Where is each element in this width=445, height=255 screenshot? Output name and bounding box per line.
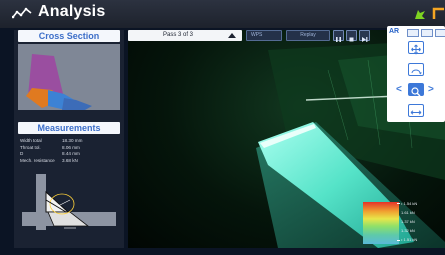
legend-label: 1.32 kN bbox=[401, 228, 415, 233]
caret-up-icon bbox=[228, 33, 236, 38]
measurement-row: Throat tol. 8.06 mm bbox=[20, 145, 120, 152]
view-tool-panel: AR < > bbox=[387, 26, 445, 122]
measurement-row: Mech. resistance 3.68 kN bbox=[20, 158, 120, 165]
wps-button[interactable]: WPS bbox=[246, 30, 282, 41]
view-tab-1[interactable] bbox=[407, 29, 419, 37]
chevron-left-icon[interactable]: < bbox=[396, 85, 402, 95]
measurement-value: 8.06 mm bbox=[62, 144, 80, 150]
measurements-header: Measurements bbox=[18, 122, 120, 134]
pass-selector-value: Pass 3 of 3 bbox=[162, 32, 194, 38]
legend-gradient-bar bbox=[363, 202, 399, 244]
measurement-value: 8.44 mm bbox=[62, 151, 80, 157]
page-title: Analysis bbox=[38, 3, 106, 20]
fit-icon[interactable] bbox=[408, 104, 424, 117]
measurements-table: Width total 18.30 mm Throat tol. 8.06 mm… bbox=[20, 138, 120, 164]
chevron-right-icon[interactable]: > bbox=[428, 85, 434, 95]
replay-label: Replay bbox=[286, 30, 330, 41]
analysis-chart-icon bbox=[12, 7, 32, 19]
measurement-value: 18.30 mm bbox=[62, 138, 83, 143]
legend-label: 1.37 kN bbox=[401, 219, 415, 224]
bird-flag-icon[interactable] bbox=[413, 7, 427, 21]
measurement-label: Width total bbox=[20, 138, 42, 143]
left-panel: Cross Section Measurements Width total 1… bbox=[14, 30, 124, 248]
next-icon[interactable] bbox=[359, 30, 370, 42]
view-tab-2[interactable] bbox=[421, 29, 433, 37]
view-tab-3[interactable] bbox=[435, 29, 445, 37]
rotate-icon[interactable] bbox=[408, 63, 424, 76]
title-bar: Analysis bbox=[0, 0, 445, 28]
legend-tick bbox=[397, 240, 400, 241]
pause-icon[interactable] bbox=[333, 30, 344, 42]
legend-label: 1.61 kN bbox=[401, 210, 415, 215]
measurement-row: D 8.44 mm bbox=[20, 151, 120, 158]
measurement-label: Throat tol. bbox=[20, 144, 41, 150]
zoom-icon[interactable] bbox=[408, 83, 424, 97]
measurement-label: D bbox=[20, 151, 24, 157]
measurement-label: Mech. resistance bbox=[20, 157, 55, 163]
measurement-value: 3.68 kN bbox=[62, 157, 78, 163]
stop-icon[interactable] bbox=[346, 30, 357, 42]
legend-tick bbox=[397, 203, 400, 204]
joint-diagram[interactable] bbox=[18, 170, 120, 246]
legend-label: • 1.54 kN bbox=[401, 201, 418, 206]
move-icon[interactable] bbox=[408, 41, 424, 55]
panel-corner-icon[interactable] bbox=[432, 7, 445, 21]
measurement-row: Width total 18.30 mm bbox=[20, 138, 120, 145]
pass-selector-dropdown[interactable]: Pass 3 of 3 bbox=[128, 30, 242, 41]
cross-section-view[interactable] bbox=[18, 44, 120, 118]
force-color-legend: • 1.54 kN 1.61 kN 1.37 kN 1.32 kN • 1.51… bbox=[363, 201, 443, 244]
cross-section-header: Cross Section bbox=[18, 30, 120, 42]
legend-label: • 1.51 kN bbox=[401, 237, 418, 242]
ar-toggle[interactable]: AR bbox=[389, 28, 399, 35]
